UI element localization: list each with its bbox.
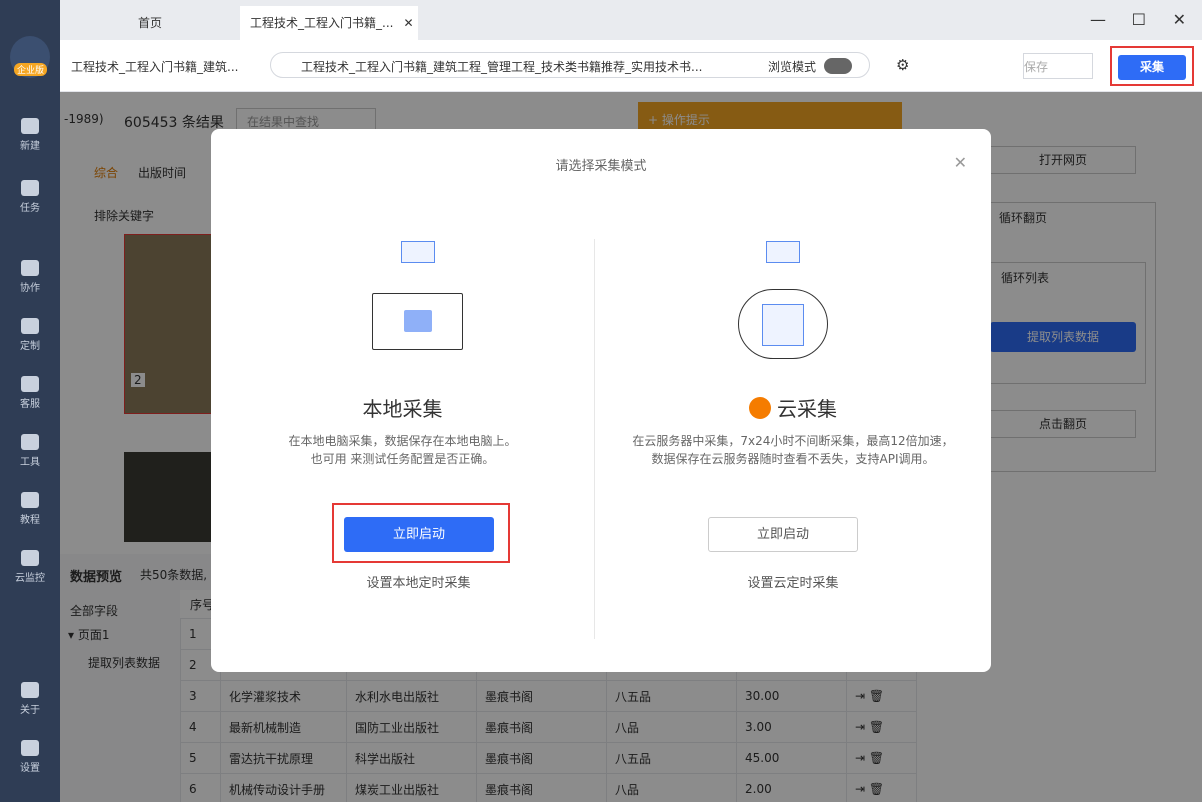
headset-icon [21, 376, 39, 392]
sidebar: 企业版 新建 任务 协作 定制 客服 工具 教程 云监控 关于 设置 [0, 0, 60, 802]
close-window-icon[interactable]: ✕ [1173, 10, 1186, 29]
page-title: 工程技术_工程入门书籍_建筑... [71, 60, 239, 74]
tab-active[interactable]: 工程技术_工程入门书籍_... ✕ [240, 6, 418, 40]
toolbox-icon [21, 434, 39, 450]
sidebar-item-new[interactable]: 新建 [0, 118, 60, 152]
enterprise-logo[interactable]: 企业版 [10, 36, 50, 78]
webpage-icon [766, 241, 800, 263]
heart-icon [21, 318, 39, 334]
tab-bar: 首页 工程技术_工程入门书籍_... ✕ — ☐ ✕ [60, 0, 1202, 40]
dialog-title: 请选择采集模式 [555, 159, 647, 174]
cloud-desc-2: 数据保存在云服务器随时查看不丢失，支持API调用。 [651, 452, 935, 466]
gear-icon[interactable]: ⚙ [896, 56, 909, 74]
local-start-button[interactable]: 立即启动 [344, 517, 494, 552]
sidebar-item-cloud-monitor[interactable]: 云监控 [0, 550, 60, 584]
close-icon[interactable]: ✕ [954, 153, 967, 172]
cloud-schedule-link[interactable]: 设置云定时采集 [595, 572, 991, 591]
sidebar-item-service[interactable]: 客服 [0, 376, 60, 410]
browse-mode-label: 浏览模式 [768, 60, 817, 74]
save-button[interactable]: 保存 [1023, 53, 1093, 79]
sidebar-item-collab[interactable]: 协作 [0, 260, 60, 294]
cloud-server-icon [738, 289, 828, 359]
local-title: 本地采集 [362, 397, 443, 421]
pulse-icon [21, 550, 39, 566]
info-icon [21, 682, 39, 698]
collect-mode-dialog: 请选择采集模式 ✕ 本地采集 在本地电脑采集，数据保存在本地电脑上。 也可用 来… [211, 129, 991, 672]
sidebar-item-settings[interactable]: 设置 [0, 740, 60, 774]
sidebar-item-tools[interactable]: 工具 [0, 434, 60, 468]
close-tab-icon[interactable]: ✕ [403, 16, 413, 30]
gear-icon [21, 740, 39, 756]
local-desc-1: 在本地电脑采集，数据保存在本地电脑上。 [288, 434, 517, 448]
enterprise-badge: 企业版 [14, 63, 48, 76]
webpage-icon [401, 241, 435, 263]
cloud-title: 云采集 [595, 393, 991, 422]
sidebar-item-custom[interactable]: 定制 [0, 318, 60, 352]
sidebar-item-about[interactable]: 关于 [0, 682, 60, 716]
plus-icon [21, 118, 39, 134]
monitor-icon [372, 293, 463, 350]
sidebar-item-tasks[interactable]: 任务 [0, 180, 60, 214]
cloud-desc-1: 在云服务器中采集，7x24小时不间断采集，最高12倍加速， [632, 434, 954, 448]
graduation-cap-icon [21, 492, 39, 508]
cloud-badge-icon [749, 397, 771, 419]
collect-button[interactable]: 采集 [1118, 55, 1186, 80]
local-schedule-link[interactable]: 设置本地定时采集 [211, 572, 626, 591]
task-icon [21, 180, 39, 196]
cloud-start-button[interactable]: 立即启动 [708, 517, 858, 552]
address-bar: 工程技术_工程入门书籍_建筑... 工程技术_工程入门书籍_建筑工程_管理工程_… [60, 40, 1202, 92]
maximize-icon[interactable]: ☐ [1132, 10, 1146, 29]
minimize-icon[interactable]: — [1090, 10, 1106, 29]
sidebar-item-tutorial[interactable]: 教程 [0, 492, 60, 526]
tab-home[interactable]: 首页 [138, 6, 162, 40]
local-desc-2: 也可用 来测试任务配置是否正确。 [310, 452, 495, 466]
browse-mode-toggle[interactable] [824, 58, 852, 74]
people-icon [21, 260, 39, 276]
